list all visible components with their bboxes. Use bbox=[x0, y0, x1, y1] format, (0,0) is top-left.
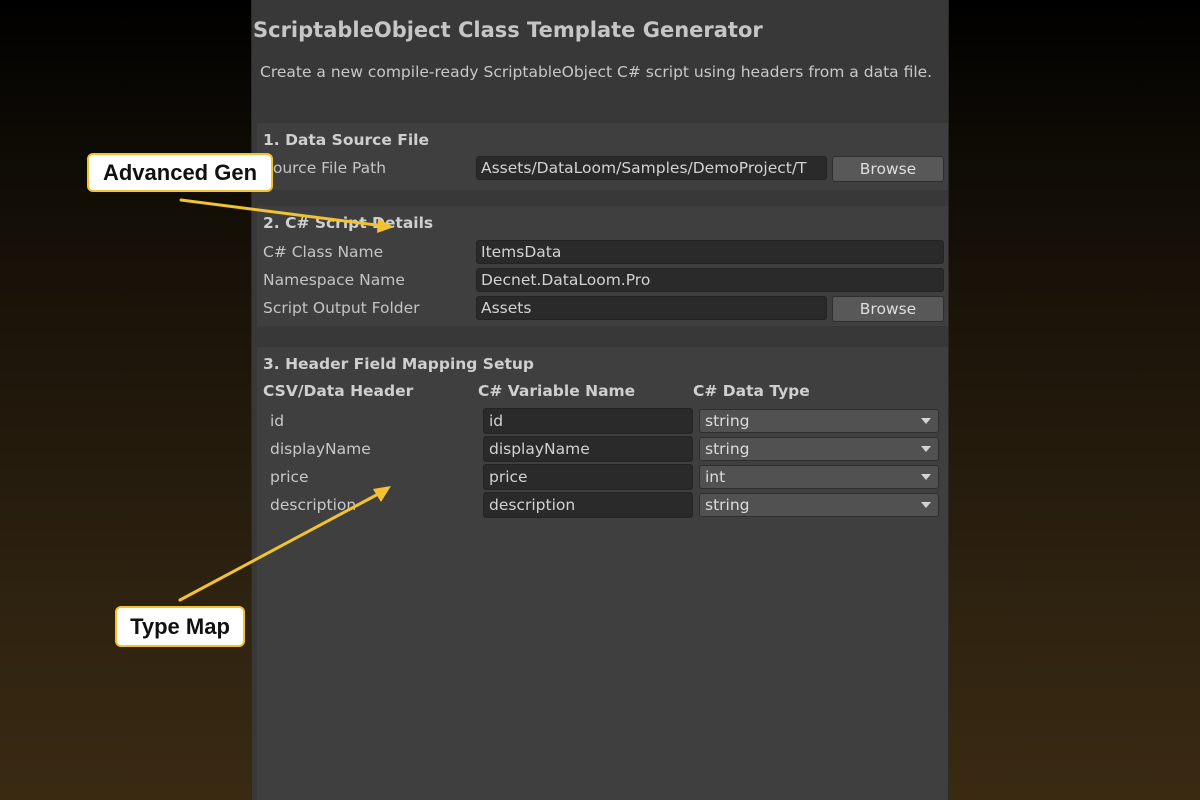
output-folder-field[interactable]: Assets bbox=[476, 296, 827, 320]
source-file-path-field[interactable]: Assets/DataLoom/Samples/DemoProject/T bbox=[476, 156, 827, 180]
mapping-row-type-value: int bbox=[705, 468, 726, 486]
field-mapping-section: 3. Header Field Mapping Setup CSV/Data H… bbox=[257, 347, 948, 800]
chevron-down-icon bbox=[921, 502, 931, 508]
mapping-row-variable-field[interactable]: description bbox=[483, 492, 693, 518]
window-description: Create a new compile-ready ScriptableObj… bbox=[260, 63, 933, 81]
mapping-row-variable-field[interactable]: id bbox=[483, 408, 693, 434]
column-header-variable: C# Variable Name bbox=[478, 382, 636, 400]
column-header-csv: CSV/Data Header bbox=[263, 382, 414, 400]
browse-source-button[interactable]: Browse bbox=[832, 156, 944, 182]
mapping-row-variable-field[interactable]: price bbox=[483, 464, 693, 490]
callout-advanced-gen: Advanced Gen bbox=[87, 153, 273, 192]
mapping-row-type-dropdown[interactable]: string bbox=[699, 493, 939, 517]
source-file-path-label: Source File Path bbox=[263, 159, 387, 177]
mapping-row-type-value: string bbox=[705, 412, 750, 430]
callout-type-map: Type Map bbox=[115, 606, 245, 647]
mapping-row-type-dropdown[interactable]: int bbox=[699, 465, 939, 489]
chevron-down-icon bbox=[921, 418, 931, 424]
class-name-field[interactable]: ItemsData bbox=[476, 240, 944, 264]
mapping-row-type-value: string bbox=[705, 496, 750, 514]
mapping-row-header: description bbox=[270, 496, 357, 514]
window-title: ScriptableObject Class Template Generato… bbox=[253, 18, 763, 42]
section-title-script-details: 2. C# Script Details bbox=[263, 214, 434, 232]
script-details-section: 2. C# Script Details C# Class Name Items… bbox=[257, 206, 948, 326]
data-source-section: 1. Data Source File Source File Path Ass… bbox=[257, 123, 948, 190]
mapping-row-type-dropdown[interactable]: string bbox=[699, 409, 939, 433]
chevron-down-icon bbox=[921, 446, 931, 452]
class-name-label: C# Class Name bbox=[263, 243, 384, 261]
mapping-row-type-value: string bbox=[705, 440, 750, 458]
mapping-row-header: price bbox=[270, 468, 309, 486]
browse-output-button[interactable]: Browse bbox=[832, 296, 944, 322]
chevron-down-icon bbox=[921, 474, 931, 480]
mapping-row-header: id bbox=[270, 412, 285, 430]
mapping-row-type-dropdown[interactable]: string bbox=[699, 437, 939, 461]
generator-window: ScriptableObject Class Template Generato… bbox=[251, 0, 949, 800]
section-title-field-mapping: 3. Header Field Mapping Setup bbox=[263, 355, 535, 373]
mapping-row-header: displayName bbox=[270, 440, 371, 458]
namespace-label: Namespace Name bbox=[263, 271, 405, 289]
mapping-row-variable-field[interactable]: displayName bbox=[483, 436, 693, 462]
column-header-type: C# Data Type bbox=[693, 382, 810, 400]
output-folder-label: Script Output Folder bbox=[263, 299, 420, 317]
namespace-field[interactable]: Decnet.DataLoom.Pro bbox=[476, 268, 944, 292]
section-title-data-source: 1. Data Source File bbox=[263, 131, 429, 149]
